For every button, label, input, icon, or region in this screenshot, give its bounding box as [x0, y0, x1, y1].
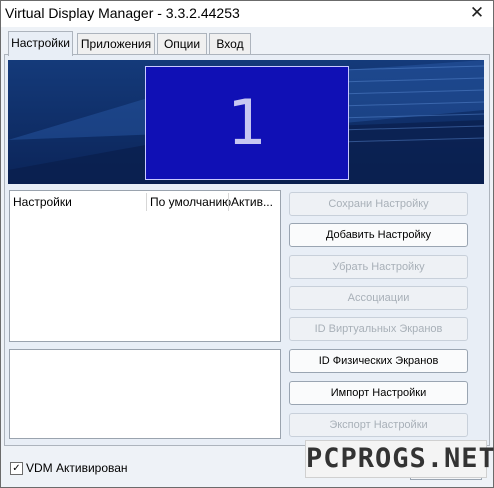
close-icon[interactable]: ✕ [467, 3, 487, 23]
column-header-default[interactable]: По умолчанию [150, 195, 231, 209]
tab-label: Настройки [11, 36, 70, 50]
watermark: PCPROGS.NET [305, 440, 494, 478]
title-bar: Virtual Display Manager - 3.3.2.44253 ✕ [1, 1, 493, 27]
settings-list[interactable]: Настройки По умолчанию Актив... [9, 190, 281, 342]
tab-settings[interactable]: Настройки [8, 31, 73, 56]
virtual-screen-ids-button[interactable]: ID Виртуальных Экранов [289, 317, 468, 341]
tab-options[interactable]: Опции [157, 33, 207, 54]
column-header-settings[interactable]: Настройки [13, 195, 72, 209]
tab-label: Вход [216, 37, 244, 51]
export-setting-button[interactable]: Экспорт Настройки [289, 413, 468, 437]
vdm-active-label: VDM Активирован [26, 461, 128, 475]
vdm-active-checkbox[interactable]: ✓ [10, 462, 23, 475]
tab-label: Приложения [80, 37, 152, 51]
monitor-number: 1 [227, 86, 267, 159]
import-setting-button[interactable]: Импорт Настройки [289, 381, 468, 405]
associations-button[interactable]: Ассоциации [289, 286, 468, 310]
column-divider [146, 193, 147, 211]
column-divider [228, 193, 229, 211]
physical-screen-ids-button[interactable]: ID Физических Экранов [289, 349, 468, 373]
monitor-preview[interactable]: 1 [145, 66, 349, 180]
tab-label: Опции [163, 37, 201, 51]
description-box[interactable] [9, 349, 281, 439]
add-setting-button[interactable]: Добавить Настройку [289, 223, 468, 247]
column-header-active[interactable]: Актив... [231, 195, 273, 209]
tab-login[interactable]: Вход [209, 33, 251, 54]
window-title: Virtual Display Manager - 3.3.2.44253 [5, 5, 240, 21]
tab-applications[interactable]: Приложения [77, 33, 155, 54]
save-setting-button[interactable]: Сохрани Настройку [289, 192, 468, 216]
remove-setting-button[interactable]: Убрать Настройку [289, 255, 468, 279]
